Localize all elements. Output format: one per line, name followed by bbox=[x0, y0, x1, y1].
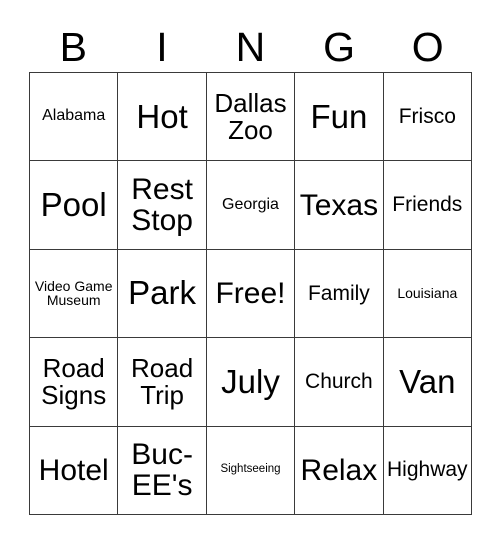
bingo-cell-label: Rest Stop bbox=[131, 172, 193, 238]
bingo-cell-label: Dallas Zoo bbox=[214, 87, 287, 145]
bingo-cell-label: Road Signs bbox=[41, 352, 107, 410]
bingo-cell-label: Church bbox=[305, 369, 373, 393]
bingo-cell-label: Pool bbox=[40, 185, 107, 223]
bingo-cell-label: Frisco bbox=[398, 104, 456, 128]
bingo-cell[interactable]: Video Game Museum bbox=[30, 249, 119, 339]
bingo-cell-label: Buc-EE's bbox=[131, 438, 193, 503]
header-letter-g: G bbox=[323, 23, 356, 70]
bingo-cell-label: Alabama bbox=[42, 107, 106, 125]
bingo-cell[interactable]: Alabama bbox=[30, 73, 119, 162]
bingo-cell-label: Texas bbox=[299, 188, 379, 222]
bingo-cell[interactable]: Van bbox=[383, 338, 472, 427]
bingo-cell-label: Georgia bbox=[222, 195, 279, 213]
bingo-cell-label: Relax bbox=[300, 453, 378, 487]
bingo-cell-label: Fun bbox=[310, 97, 368, 135]
bingo-free-space-label: Free! bbox=[215, 276, 286, 310]
bingo-cell-label: Hotel bbox=[38, 453, 109, 487]
bingo-cell[interactable]: Road Trip bbox=[118, 338, 207, 427]
bingo-cell[interactable]: July bbox=[206, 338, 296, 427]
bingo-cell[interactable]: Church bbox=[295, 338, 384, 427]
bingo-cell-label: Louisiana bbox=[397, 285, 458, 302]
bingo-cell-label: Park bbox=[128, 274, 197, 312]
bingo-cell-label: Highway bbox=[387, 458, 468, 482]
bingo-cell[interactable]: Dallas Zoo bbox=[206, 73, 296, 162]
bingo-cell[interactable]: Park bbox=[118, 249, 207, 339]
bingo-cell-label: Hot bbox=[136, 97, 188, 135]
bingo-cell[interactable]: Relax bbox=[295, 426, 384, 515]
bingo-cell-label: Video Game Museum bbox=[34, 277, 113, 309]
bingo-grid: Alabama Hot Dallas Zoo Fun Frisco Pool R… bbox=[29, 72, 472, 515]
bingo-free-space[interactable]: Free! bbox=[206, 249, 296, 339]
bingo-cell[interactable]: Friends bbox=[383, 161, 472, 250]
bingo-cell-label: July bbox=[221, 362, 280, 400]
header-letter-n: N bbox=[235, 23, 266, 70]
bingo-cell[interactable]: Georgia bbox=[206, 161, 296, 250]
bingo-cell[interactable]: Texas bbox=[295, 161, 384, 250]
bingo-cell[interactable]: Rest Stop bbox=[118, 161, 207, 250]
bingo-cell[interactable]: Family bbox=[295, 249, 384, 339]
bingo-cell[interactable]: Hotel bbox=[30, 426, 119, 515]
header-letter-b: B bbox=[59, 23, 87, 70]
bingo-cell-label: Friends bbox=[392, 193, 463, 217]
bingo-cell[interactable]: Hot bbox=[118, 73, 207, 162]
bingo-cell[interactable]: Buc-EE's bbox=[118, 426, 207, 515]
bingo-cell[interactable]: Pool bbox=[30, 161, 119, 250]
bingo-cell-label: Family bbox=[307, 281, 370, 305]
header-letter-i: I bbox=[156, 23, 168, 70]
bingo-cell[interactable]: Fun bbox=[295, 73, 384, 162]
bingo-cell-label: Van bbox=[399, 362, 456, 400]
bingo-cell[interactable]: Road Signs bbox=[30, 338, 119, 427]
bingo-cell[interactable]: Louisiana bbox=[383, 249, 472, 339]
bingo-header: B I N G O bbox=[29, 22, 472, 72]
bingo-cell[interactable]: Highway bbox=[383, 426, 472, 515]
bingo-cell-label: Road Trip bbox=[131, 352, 194, 410]
bingo-cell[interactable]: Sightseeing bbox=[206, 426, 296, 515]
bingo-cell[interactable]: Frisco bbox=[383, 73, 472, 162]
bingo-cell-label: Sightseeing bbox=[220, 463, 281, 476]
header-letter-o: O bbox=[411, 23, 444, 70]
bingo-card: B I N G O Alabama Hot Dallas Zoo Fun Fri… bbox=[0, 0, 500, 544]
